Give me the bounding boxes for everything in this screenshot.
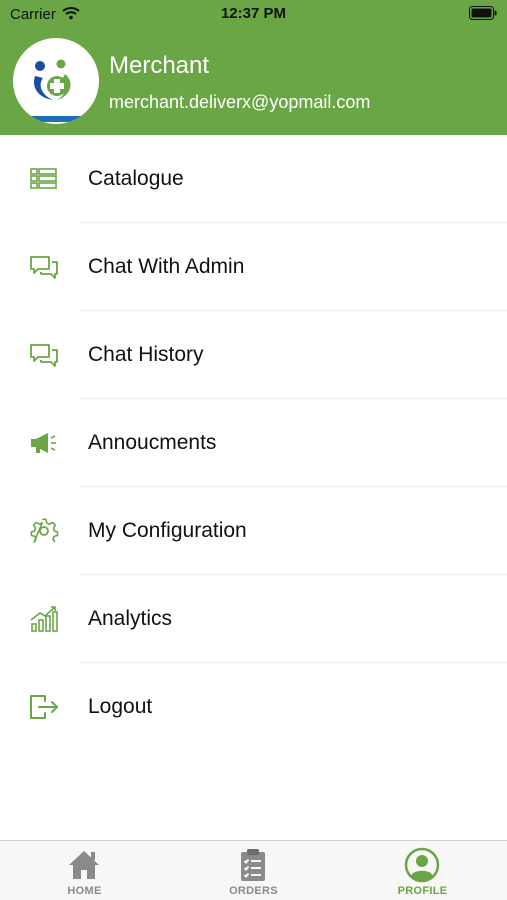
- tab-label: HOME: [67, 885, 102, 897]
- tab-home[interactable]: HOME: [0, 841, 169, 900]
- menu-item-analytics[interactable]: Analytics: [0, 575, 507, 663]
- clock: 12:37 PM: [220, 5, 287, 22]
- menu-item-label: Chat With Admin: [88, 255, 245, 278]
- menu-item-my-configuration[interactable]: My Configuration: [0, 487, 507, 575]
- profile-header: Carrier 12:37 PM Merchant merchant.deliv…: [0, 0, 507, 135]
- app-logo-icon: [21, 59, 91, 122]
- tab-label: ORDERS: [229, 885, 278, 897]
- menu-item-label: Chat History: [88, 343, 204, 366]
- menu-item-catalogue[interactable]: Catalogue: [0, 135, 507, 223]
- megaphone-icon: [31, 433, 56, 453]
- menu-item-label: My Configuration: [88, 519, 247, 542]
- tab-orders[interactable]: ORDERS: [169, 841, 338, 900]
- chat-icon: [30, 256, 58, 279]
- merchant-email: merchant.deliverx@yopmail.com: [109, 92, 371, 112]
- tab-label: PROFILE: [397, 885, 448, 897]
- menu-item-chat-history[interactable]: Chat History: [0, 311, 507, 399]
- tab-profile[interactable]: PROFILE: [338, 841, 507, 900]
- menu-item-label: Annoucments: [88, 431, 217, 454]
- tab-bar: HOME ORDERS PROFILE: [0, 840, 507, 900]
- home-icon: [69, 851, 99, 879]
- clipboard-icon: [241, 849, 265, 881]
- logout-icon: [30, 695, 58, 719]
- chat-icon: [30, 344, 58, 367]
- menu-item-label: Analytics: [88, 607, 173, 630]
- gear-icon: [30, 518, 59, 544]
- merchant-name: Merchant: [109, 52, 210, 79]
- profile-icon: [404, 847, 440, 883]
- menu-item-label: Logout: [88, 695, 153, 718]
- menu-item-chat-with-admin[interactable]: Chat With Admin: [0, 223, 507, 311]
- list-icon: [30, 168, 57, 189]
- analytics-icon: [30, 606, 58, 632]
- avatar[interactable]: [13, 38, 99, 124]
- menu-item-announcements[interactable]: Annoucments: [0, 399, 507, 487]
- battery-icon: [469, 6, 497, 20]
- status-bar: Carrier 12:37 PM: [0, 0, 507, 28]
- menu-item-logout[interactable]: Logout: [0, 663, 507, 751]
- menu-item-label: Catalogue: [88, 167, 184, 190]
- menu-list: Catalogue Chat With Admin Chat History A…: [0, 135, 507, 751]
